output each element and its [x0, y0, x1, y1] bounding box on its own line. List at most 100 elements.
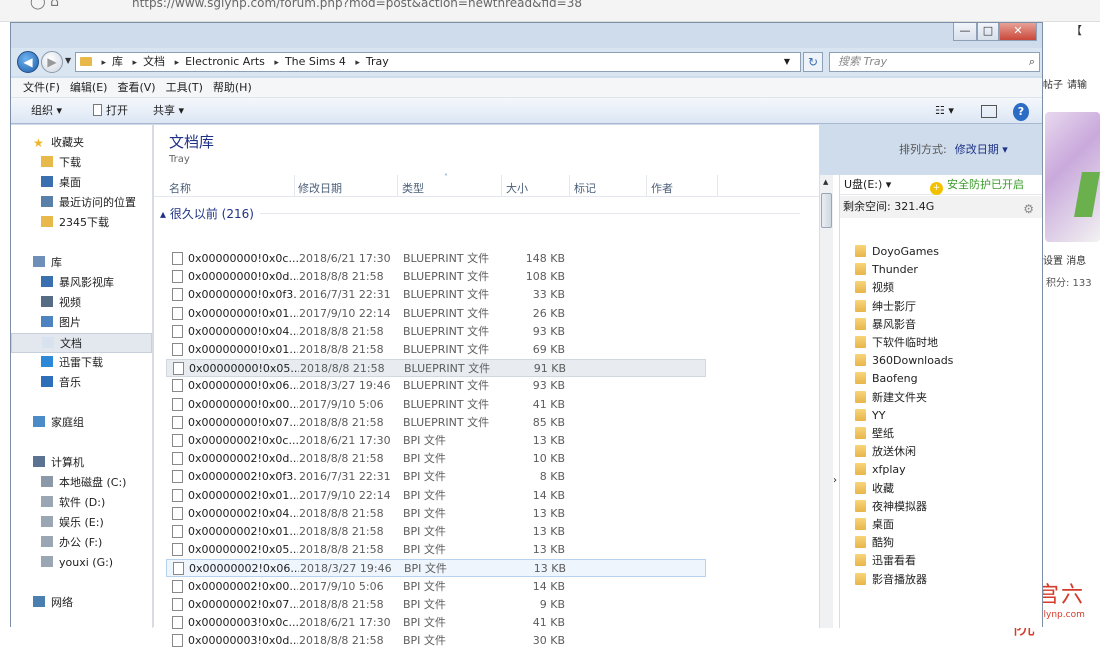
usb-folder-item[interactable]: 夜神模拟器 — [855, 498, 927, 516]
minimize-button[interactable]: — — [953, 23, 977, 41]
nav-item[interactable]: 娱乐 (E:) — [11, 513, 152, 533]
menu-edit[interactable]: 编辑(E) — [70, 81, 108, 94]
nav-item[interactable]: 家庭组 — [11, 413, 152, 433]
nav-item[interactable]: 网络 — [11, 593, 152, 613]
breadcrumb-item[interactable]: Tray — [366, 55, 389, 68]
bg-link-messages[interactable]: 消息 — [1066, 256, 1086, 267]
nav-item[interactable]: 库 — [11, 253, 152, 273]
preview-pane-icon[interactable] — [981, 105, 997, 118]
table-row[interactable]: 0x00000000!0x0f3... 2016/7/31 22:31 BLUEPR… — [166, 286, 706, 304]
nav-item[interactable]: 软件 (D:) — [11, 493, 152, 513]
breadcrumb-item[interactable]: 文档 — [143, 55, 165, 68]
bg-tab[interactable]: 帖子 — [1043, 76, 1063, 91]
share-button[interactable]: 共享 ▾ — [153, 98, 184, 124]
table-row[interactable]: 0x00000002!0x0f3... 2016/7/31 22:31 BPI 文件… — [166, 468, 706, 486]
breadcrumb-item[interactable]: The Sims 4 — [285, 55, 346, 68]
usb-folder-item[interactable]: DoyoGames — [855, 243, 939, 261]
refresh-button[interactable]: ↻ — [803, 52, 823, 72]
sort-dropdown[interactable]: 修改日期 ▾ — [955, 143, 1008, 156]
nav-item[interactable]: 办公 (F:) — [11, 533, 152, 553]
table-row[interactable]: 0x00000000!0x01... 2017/9/10 22:14 BLUEPRI… — [166, 305, 706, 323]
nav-item[interactable]: youxi (G:) — [11, 553, 152, 573]
close-button[interactable]: ✕ — [999, 23, 1037, 41]
usb-folder-item[interactable]: 暴风影音 — [855, 316, 916, 334]
protection-status[interactable]: + 安全防护已开启 — [930, 175, 1024, 195]
usb-folder-item[interactable]: 影音播放器 — [855, 571, 927, 589]
usb-folder-item[interactable]: 放送休闲 — [855, 443, 916, 461]
back-button[interactable]: ◀ — [17, 51, 39, 73]
back-forward-icons[interactable]: ◯ ⌂ — [30, 0, 59, 10]
organize-button[interactable]: 组织 ▾ — [31, 98, 62, 124]
table-row[interactable]: 0x00000000!0x0d... 2018/8/8 21:58 BLUEPRIN… — [166, 268, 706, 286]
breadcrumb-item[interactable]: Electronic Arts — [185, 55, 265, 68]
menu-view[interactable]: 查看(V) — [117, 81, 155, 94]
table-row[interactable]: 0x00000002!0x07... 2018/8/8 21:58 BPI 文件 9 … — [166, 596, 706, 614]
usb-folder-item[interactable]: 绅士影厅 — [855, 298, 916, 316]
bg-link-settings[interactable]: 设置 — [1043, 256, 1063, 267]
usb-drive-dropdown[interactable]: U盘(E:) ▾ — [844, 175, 891, 195]
column-type[interactable]: 类型 — [402, 180, 424, 196]
group-header[interactable]: ▴ 很久以前 (216) — [160, 205, 800, 222]
table-row[interactable]: 0x00000000!0x07... 2018/8/8 21:58 BLUEPRIN… — [166, 414, 706, 432]
table-row[interactable]: 0x00000000!0x00... 2017/9/10 5:06 BLUEPRIN… — [166, 396, 706, 414]
column-name[interactable]: 名称 — [169, 180, 191, 196]
search-input[interactable]: 搜索 Tray ⌕ — [829, 52, 1040, 72]
table-row[interactable]: 0x00000000!0x05... 2018/8/8 21:58 BLUEPRIN… — [166, 359, 706, 378]
usb-folder-item[interactable]: 视频 — [855, 279, 894, 297]
gear-icon[interactable]: ⚙ — [1023, 198, 1034, 220]
scrollbar-thumb[interactable] — [821, 193, 832, 228]
column-author[interactable]: 作者 — [651, 180, 673, 196]
table-row[interactable]: 0x00000002!0x06... 2018/3/27 19:46 BPI 文件 1… — [166, 559, 706, 578]
usb-folder-item[interactable]: Thunder — [855, 261, 918, 279]
help-icon[interactable]: ? — [1013, 103, 1029, 121]
table-row[interactable]: 0x00000002!0x00... 2017/9/10 5:06 BPI 文件 14… — [166, 578, 706, 596]
nav-item[interactable]: 音乐 — [11, 373, 152, 393]
browser-url[interactable]: https://www.sglynp.com/forum.php?mod=pos… — [132, 0, 582, 10]
nav-item[interactable]: 本地磁盘 (C:) — [11, 473, 152, 493]
nav-item[interactable]: 暴风影视库 — [11, 273, 152, 293]
view-options-icon[interactable]: ☷ ▾ — [935, 102, 954, 120]
nav-item[interactable]: 图片 — [11, 313, 152, 333]
table-row[interactable]: 0x00000000!0x04... 2018/8/8 21:58 BLUEPRIN… — [166, 323, 706, 341]
usb-folder-item[interactable]: 下软件临时地 — [855, 334, 938, 352]
maximize-button[interactable]: □ — [977, 23, 999, 41]
scroll-up-icon[interactable]: ▲ — [823, 178, 828, 186]
table-row[interactable]: 0x00000002!0x0d... 2018/8/8 21:58 BPI 文件 10… — [166, 450, 706, 468]
chevron-right-icon[interactable]: › — [833, 475, 837, 486]
usb-folder-item[interactable]: 桌面 — [855, 516, 894, 534]
nav-item[interactable]: 计算机 — [11, 453, 152, 473]
breadcrumb-item[interactable]: 库 — [112, 55, 123, 68]
nav-item[interactable]: 2345下载 — [11, 213, 152, 233]
nav-item[interactable]: 桌面 — [11, 173, 152, 193]
nav-item[interactable]: 视频 — [11, 293, 152, 313]
open-button[interactable]: 打开 — [93, 98, 128, 124]
table-row[interactable]: 0x00000002!0x0c... 2018/6/21 17:30 BPI 文件 1… — [166, 432, 706, 450]
nav-item[interactable]: 文档 — [11, 333, 152, 353]
table-row[interactable]: 0x00000002!0x01... 2017/9/10 22:14 BPI 文件 1… — [166, 487, 706, 505]
table-row[interactable]: 0x00000000!0x0c... 2018/6/21 17:30 BLUEPRI… — [166, 250, 706, 268]
usb-folder-item[interactable]: YY — [855, 407, 885, 425]
usb-folder-item[interactable]: 壁纸 — [855, 425, 894, 443]
column-size[interactable]: 大小 — [506, 180, 528, 196]
table-row[interactable]: 0x00000002!0x01... 2018/8/8 21:58 BPI 文件 13… — [166, 523, 706, 541]
bg-tab[interactable]: 请输 — [1067, 76, 1087, 91]
nav-item[interactable]: 下载 — [11, 153, 152, 173]
usb-folder-item[interactable]: 迅雷看看 — [855, 552, 916, 570]
address-bar[interactable]: ▸ 库 ▸ 文档 ▸ Electronic Arts ▸ The Sims 4 ▸ Tra… — [75, 52, 801, 72]
vertical-scrollbar[interactable]: ▲ — [819, 175, 833, 628]
menu-file[interactable]: 文件(F) — [23, 81, 60, 94]
column-tags[interactable]: 标记 — [574, 180, 596, 196]
menu-tools[interactable]: 工具(T) — [166, 81, 203, 94]
chevron-down-icon[interactable]: ▼ — [784, 53, 790, 71]
column-date[interactable]: 修改日期 — [298, 180, 342, 196]
usb-folder-item[interactable]: 新建文件夹 — [855, 389, 927, 407]
table-row[interactable]: 0x00000000!0x06... 2018/3/27 19:46 BLUEPRI… — [166, 377, 706, 395]
usb-folder-item[interactable]: 收藏 — [855, 480, 894, 498]
table-row[interactable]: 0x00000003!0x0c... 2018/6/21 17:30 BPI 文件 4… — [166, 614, 706, 632]
history-dropdown-icon[interactable]: ▼ — [65, 56, 71, 65]
table-row[interactable]: 0x00000002!0x05... 2018/8/8 21:58 BPI 文件 13… — [166, 541, 706, 559]
menu-help[interactable]: 帮助(H) — [213, 81, 252, 94]
search-icon[interactable]: ⌕ — [1029, 53, 1035, 71]
table-row[interactable]: 0x00000003!0x0d... 2018/8/8 21:58 BPI 文件 30… — [166, 632, 706, 650]
usb-folder-item[interactable]: Baofeng — [855, 370, 918, 388]
